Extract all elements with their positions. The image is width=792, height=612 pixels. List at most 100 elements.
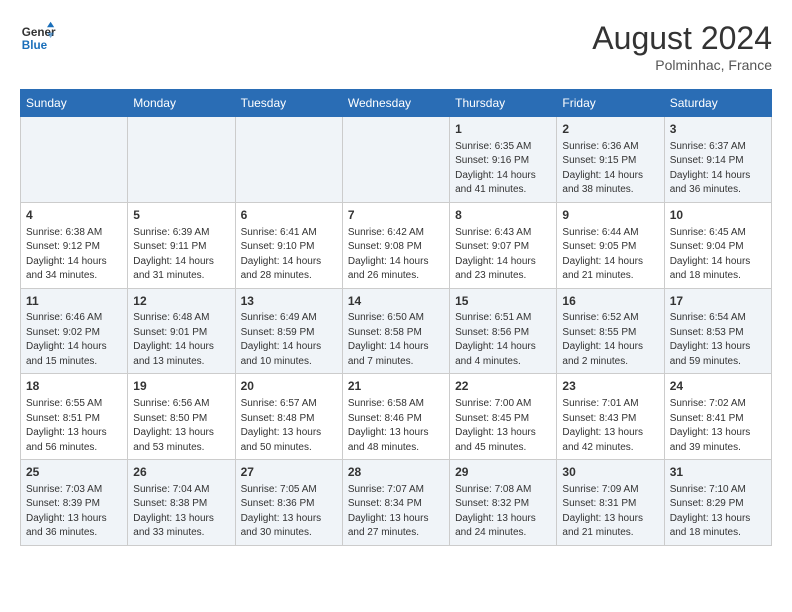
day-info: Sunrise: 7:05 AM Sunset: 8:36 PM Dayligh… — [241, 483, 337, 541]
day-number: 9 — [562, 207, 658, 224]
day-number: 26 — [133, 464, 229, 481]
day-info: Sunrise: 7:03 AM Sunset: 8:39 PM Dayligh… — [26, 483, 122, 541]
day-cell: 29 Sunrise: 7:08 AM Sunset: 8:32 PM Dayli… — [450, 460, 557, 546]
day-info: Sunrise: 6:39 AM Sunset: 9:11 PM Dayligh… — [133, 226, 229, 284]
day-cell: 11Sunrise: 6:46 AM Sunset: 9:02 PM Dayli… — [21, 288, 128, 374]
day-number: 8 — [455, 207, 551, 224]
calendar-header: SundayMondayTuesdayWednesdayThursdayFrid… — [21, 90, 772, 117]
day-cell: 10Sunrise: 6:45 AM Sunset: 9:04 PM Dayli… — [664, 202, 771, 288]
day-info: Sunrise: 6:38 AM Sunset: 9:12 PM Dayligh… — [26, 226, 122, 284]
day-number: 3 — [670, 121, 766, 138]
week-row-4: 18Sunrise: 6:55 AM Sunset: 8:51 PM Dayli… — [21, 374, 772, 460]
day-number: 1 — [455, 121, 551, 138]
day-number: 29 — [455, 464, 551, 481]
week-row-3: 11Sunrise: 6:46 AM Sunset: 9:02 PM Dayli… — [21, 288, 772, 374]
header-cell-saturday: Saturday — [664, 90, 771, 117]
day-cell: 1 Sunrise: 6:35 AM Sunset: 9:16 PM Daylig… — [450, 117, 557, 203]
day-info: Sunrise: 6:55 AM Sunset: 8:51 PM Dayligh… — [26, 397, 122, 455]
day-info: Sunrise: 6:52 AM Sunset: 8:55 PM Dayligh… — [562, 311, 658, 369]
day-info: Sunrise: 6:54 AM Sunset: 8:53 PM Dayligh… — [670, 311, 766, 369]
day-cell: 15Sunrise: 6:51 AM Sunset: 8:56 PM Dayli… — [450, 288, 557, 374]
day-info: Sunrise: 7:09 AM Sunset: 8:31 PM Dayligh… — [562, 483, 658, 541]
day-info: Sunrise: 6:46 AM Sunset: 9:02 PM Dayligh… — [26, 311, 122, 369]
day-cell: 16Sunrise: 6:52 AM Sunset: 8:55 PM Dayli… — [557, 288, 664, 374]
day-info: Sunrise: 7:10 AM Sunset: 8:29 PM Dayligh… — [670, 483, 766, 541]
day-cell: 30 Sunrise: 7:09 AM Sunset: 8:31 PM Dayli… — [557, 460, 664, 546]
header-row: SundayMondayTuesdayWednesdayThursdayFrid… — [21, 90, 772, 117]
logo-icon: General Blue — [20, 20, 56, 56]
day-cell: 25 Sunrise: 7:03 AM Sunset: 8:39 PM Dayli… — [21, 460, 128, 546]
day-info: Sunrise: 6:51 AM Sunset: 8:56 PM Dayligh… — [455, 311, 551, 369]
day-info: Sunrise: 7:02 AM Sunset: 8:41 PM Dayligh… — [670, 397, 766, 455]
day-info: Sunrise: 7:01 AM Sunset: 8:43 PM Dayligh… — [562, 397, 658, 455]
day-info: Sunrise: 6:50 AM Sunset: 8:58 PM Dayligh… — [348, 311, 444, 369]
day-number: 22 — [455, 378, 551, 395]
calendar-table: SundayMondayTuesdayWednesdayThursdayFrid… — [20, 89, 772, 546]
day-cell — [342, 117, 449, 203]
day-cell: 2 Sunrise: 6:36 AM Sunset: 9:15 PM Daylig… — [557, 117, 664, 203]
day-cell: 23 Sunrise: 7:01 AM Sunset: 8:43 PM Dayli… — [557, 374, 664, 460]
day-number: 31 — [670, 464, 766, 481]
day-number: 14 — [348, 293, 444, 310]
logo: General Blue — [20, 20, 56, 56]
title-block: August 2024 Polminhac, France — [592, 20, 772, 73]
day-number: 30 — [562, 464, 658, 481]
day-number: 23 — [562, 378, 658, 395]
day-number: 15 — [455, 293, 551, 310]
day-cell — [235, 117, 342, 203]
day-number: 19 — [133, 378, 229, 395]
day-number: 11 — [26, 293, 122, 310]
day-number: 5 — [133, 207, 229, 224]
day-cell: 5 Sunrise: 6:39 AM Sunset: 9:11 PM Daylig… — [128, 202, 235, 288]
day-info: Sunrise: 6:35 AM Sunset: 9:16 PM Dayligh… — [455, 140, 551, 198]
day-info: Sunrise: 6:45 AM Sunset: 9:04 PM Dayligh… — [670, 226, 766, 284]
day-cell — [128, 117, 235, 203]
day-info: Sunrise: 7:00 AM Sunset: 8:45 PM Dayligh… — [455, 397, 551, 455]
day-number: 25 — [26, 464, 122, 481]
day-number: 20 — [241, 378, 337, 395]
day-info: Sunrise: 6:58 AM Sunset: 8:46 PM Dayligh… — [348, 397, 444, 455]
month-year-title: August 2024 — [592, 20, 772, 57]
header-cell-monday: Monday — [128, 90, 235, 117]
day-number: 21 — [348, 378, 444, 395]
day-number: 28 — [348, 464, 444, 481]
day-cell: 14Sunrise: 6:50 AM Sunset: 8:58 PM Dayli… — [342, 288, 449, 374]
day-cell: 24Sunrise: 7:02 AM Sunset: 8:41 PM Dayli… — [664, 374, 771, 460]
day-number: 6 — [241, 207, 337, 224]
day-cell: 22 Sunrise: 7:00 AM Sunset: 8:45 PM Dayli… — [450, 374, 557, 460]
day-info: Sunrise: 6:44 AM Sunset: 9:05 PM Dayligh… — [562, 226, 658, 284]
week-row-1: 1 Sunrise: 6:35 AM Sunset: 9:16 PM Daylig… — [21, 117, 772, 203]
day-cell: 26 Sunrise: 7:04 AM Sunset: 8:38 PM Dayli… — [128, 460, 235, 546]
week-row-5: 25 Sunrise: 7:03 AM Sunset: 8:39 PM Dayli… — [21, 460, 772, 546]
day-info: Sunrise: 7:08 AM Sunset: 8:32 PM Dayligh… — [455, 483, 551, 541]
day-cell: 18Sunrise: 6:55 AM Sunset: 8:51 PM Dayli… — [21, 374, 128, 460]
day-cell: 12Sunrise: 6:48 AM Sunset: 9:01 PM Dayli… — [128, 288, 235, 374]
day-info: Sunrise: 7:04 AM Sunset: 8:38 PM Dayligh… — [133, 483, 229, 541]
day-cell — [21, 117, 128, 203]
day-number: 2 — [562, 121, 658, 138]
day-cell: 21 Sunrise: 6:58 AM Sunset: 8:46 PM Dayli… — [342, 374, 449, 460]
day-info: Sunrise: 6:37 AM Sunset: 9:14 PM Dayligh… — [670, 140, 766, 198]
day-cell: 20 Sunrise: 6:57 AM Sunset: 8:48 PM Dayli… — [235, 374, 342, 460]
header-cell-tuesday: Tuesday — [235, 90, 342, 117]
day-cell: 9 Sunrise: 6:44 AM Sunset: 9:05 PM Daylig… — [557, 202, 664, 288]
day-info: Sunrise: 6:42 AM Sunset: 9:08 PM Dayligh… — [348, 226, 444, 284]
day-cell: 13Sunrise: 6:49 AM Sunset: 8:59 PM Dayli… — [235, 288, 342, 374]
day-cell: 28Sunrise: 7:07 AM Sunset: 8:34 PM Dayli… — [342, 460, 449, 546]
day-info: Sunrise: 6:56 AM Sunset: 8:50 PM Dayligh… — [133, 397, 229, 455]
day-cell: 7 Sunrise: 6:42 AM Sunset: 9:08 PM Daylig… — [342, 202, 449, 288]
day-info: Sunrise: 6:41 AM Sunset: 9:10 PM Dayligh… — [241, 226, 337, 284]
day-cell: 19 Sunrise: 6:56 AM Sunset: 8:50 PM Dayli… — [128, 374, 235, 460]
calendar-body: 1 Sunrise: 6:35 AM Sunset: 9:16 PM Daylig… — [21, 117, 772, 546]
day-cell: 27Sunrise: 7:05 AM Sunset: 8:36 PM Dayli… — [235, 460, 342, 546]
week-row-2: 4 Sunrise: 6:38 AM Sunset: 9:12 PM Daylig… — [21, 202, 772, 288]
day-cell: 31 Sunrise: 7:10 AM Sunset: 8:29 PM Dayli… — [664, 460, 771, 546]
day-info: Sunrise: 6:36 AM Sunset: 9:15 PM Dayligh… — [562, 140, 658, 198]
day-number: 4 — [26, 207, 122, 224]
day-number: 12 — [133, 293, 229, 310]
day-cell: 6 Sunrise: 6:41 AM Sunset: 9:10 PM Daylig… — [235, 202, 342, 288]
day-info: Sunrise: 6:48 AM Sunset: 9:01 PM Dayligh… — [133, 311, 229, 369]
day-cell: 17Sunrise: 6:54 AM Sunset: 8:53 PM Dayli… — [664, 288, 771, 374]
day-info: Sunrise: 6:57 AM Sunset: 8:48 PM Dayligh… — [241, 397, 337, 455]
day-number: 7 — [348, 207, 444, 224]
